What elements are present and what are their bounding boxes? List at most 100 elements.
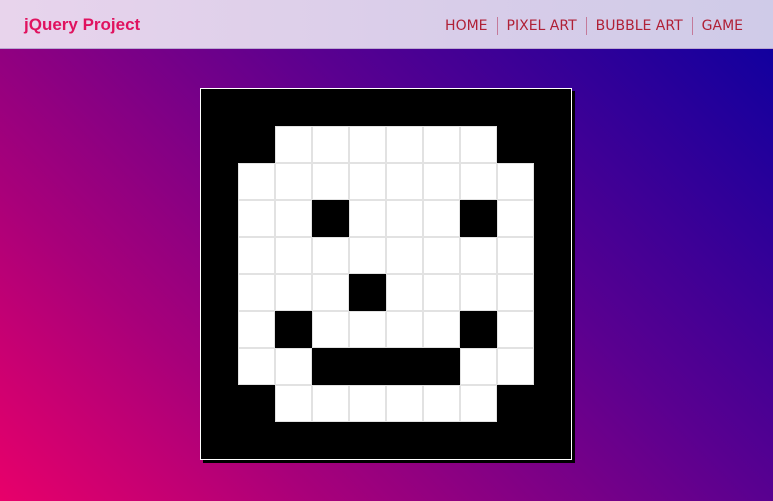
pixel-cell[interactable] (312, 237, 349, 274)
pixel-cell[interactable] (312, 311, 349, 348)
pixel-cell[interactable] (423, 89, 460, 126)
pixel-cell[interactable] (349, 311, 386, 348)
pixel-cell[interactable] (201, 385, 238, 422)
pixel-cell[interactable] (275, 385, 312, 422)
pixel-cell[interactable] (386, 422, 423, 459)
pixel-cell[interactable] (238, 89, 275, 126)
pixel-cell[interactable] (238, 422, 275, 459)
pixel-cell[interactable] (534, 422, 571, 459)
pixel-cell[interactable] (349, 237, 386, 274)
pixel-cell[interactable] (349, 163, 386, 200)
pixel-cell[interactable] (534, 385, 571, 422)
pixel-cell[interactable] (497, 237, 534, 274)
pixel-cell[interactable] (534, 200, 571, 237)
pixel-cell[interactable] (497, 126, 534, 163)
pixel-cell[interactable] (386, 385, 423, 422)
pixel-cell[interactable] (460, 200, 497, 237)
pixel-cell[interactable] (201, 348, 238, 385)
pixel-cell[interactable] (275, 200, 312, 237)
pixel-cell[interactable] (386, 200, 423, 237)
pixel-cell[interactable] (386, 311, 423, 348)
pixel-cell[interactable] (423, 126, 460, 163)
pixel-cell[interactable] (349, 422, 386, 459)
pixel-cell[interactable] (497, 422, 534, 459)
pixel-cell[interactable] (238, 311, 275, 348)
pixel-cell[interactable] (238, 126, 275, 163)
pixel-cell[interactable] (275, 422, 312, 459)
pixel-cell[interactable] (201, 311, 238, 348)
pixel-cell[interactable] (275, 163, 312, 200)
pixel-cell[interactable] (275, 126, 312, 163)
pixel-cell[interactable] (312, 89, 349, 126)
pixel-cell[interactable] (349, 126, 386, 163)
pixel-cell[interactable] (423, 237, 460, 274)
pixel-cell[interactable] (423, 385, 460, 422)
pixel-cell[interactable] (201, 89, 238, 126)
pixel-cell[interactable] (534, 89, 571, 126)
pixel-cell[interactable] (201, 237, 238, 274)
pixel-cell[interactable] (312, 348, 349, 385)
pixel-cell[interactable] (312, 385, 349, 422)
pixel-cell[interactable] (460, 385, 497, 422)
pixel-cell[interactable] (497, 348, 534, 385)
pixel-cell[interactable] (460, 89, 497, 126)
pixel-cell[interactable] (238, 274, 275, 311)
pixel-cell[interactable] (534, 311, 571, 348)
pixel-cell[interactable] (497, 311, 534, 348)
brand-link[interactable]: jQuery Project (24, 15, 140, 35)
pixel-cell[interactable] (534, 163, 571, 200)
pixel-cell[interactable] (201, 422, 238, 459)
pixel-cell[interactable] (201, 274, 238, 311)
pixel-cell[interactable] (386, 126, 423, 163)
pixel-cell[interactable] (497, 274, 534, 311)
pixel-cell[interactable] (534, 237, 571, 274)
pixel-cell[interactable] (201, 200, 238, 237)
pixel-cell[interactable] (423, 163, 460, 200)
pixel-cell[interactable] (238, 385, 275, 422)
pixel-cell[interactable] (349, 89, 386, 126)
pixel-cell[interactable] (386, 274, 423, 311)
pixel-cell[interactable] (460, 422, 497, 459)
pixel-cell[interactable] (238, 163, 275, 200)
pixel-cell[interactable] (497, 385, 534, 422)
pixel-cell[interactable] (349, 385, 386, 422)
pixel-cell[interactable] (386, 348, 423, 385)
pixel-cell[interactable] (423, 274, 460, 311)
pixel-cell[interactable] (460, 311, 497, 348)
nav-home[interactable]: HOME (445, 16, 496, 36)
pixel-cell[interactable] (423, 348, 460, 385)
pixel-cell[interactable] (312, 126, 349, 163)
pixel-cell[interactable] (349, 274, 386, 311)
pixel-cell[interactable] (201, 126, 238, 163)
pixel-cell[interactable] (238, 200, 275, 237)
pixel-cell[interactable] (534, 274, 571, 311)
pixel-cell[interactable] (423, 311, 460, 348)
pixel-cell[interactable] (275, 237, 312, 274)
nav-pixel-art[interactable]: PIXEL ART (498, 16, 586, 36)
pixel-cell[interactable] (275, 274, 312, 311)
pixel-cell[interactable] (497, 163, 534, 200)
pixel-cell[interactable] (312, 422, 349, 459)
pixel-cell[interactable] (534, 126, 571, 163)
pixel-cell[interactable] (312, 200, 349, 237)
pixel-cell[interactable] (275, 348, 312, 385)
pixel-cell[interactable] (460, 274, 497, 311)
pixel-cell[interactable] (460, 348, 497, 385)
pixel-cell[interactable] (201, 163, 238, 200)
pixel-cell[interactable] (238, 237, 275, 274)
pixel-cell[interactable] (349, 200, 386, 237)
pixel-cell[interactable] (497, 89, 534, 126)
pixel-cell[interactable] (460, 237, 497, 274)
pixel-cell[interactable] (460, 126, 497, 163)
pixel-cell[interactable] (275, 89, 312, 126)
pixel-cell[interactable] (386, 89, 423, 126)
pixel-cell[interactable] (238, 348, 275, 385)
pixel-cell[interactable] (349, 348, 386, 385)
pixel-cell[interactable] (423, 200, 460, 237)
pixel-cell[interactable] (312, 163, 349, 200)
pixel-cell[interactable] (386, 163, 423, 200)
pixel-cell[interactable] (386, 237, 423, 274)
pixel-cell[interactable] (460, 163, 497, 200)
nav-game[interactable]: GAME (693, 16, 743, 36)
pixel-cell[interactable] (497, 200, 534, 237)
